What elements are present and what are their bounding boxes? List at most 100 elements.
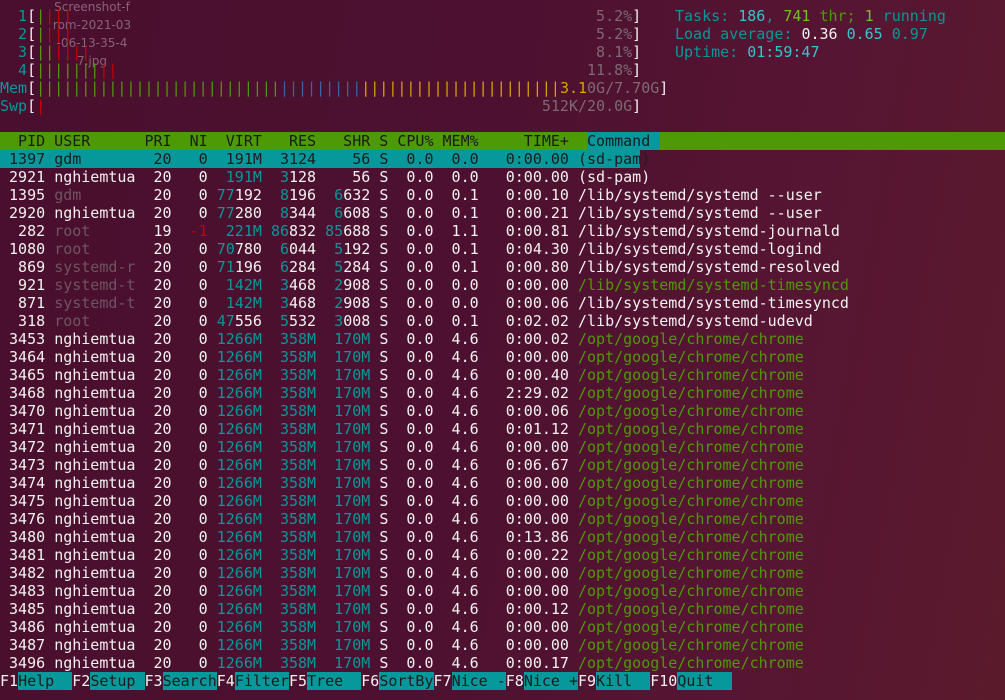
process-row[interactable]: 3481 nghiemtua 20 0 1266M 358M 170M S 0.… [0,546,1005,564]
fkey-nice-button[interactable]: F8Nice + [506,672,578,690]
cell-shr: 170M [325,600,370,618]
cell-cpu: 0.0 [397,366,434,384]
cell-pri: 20 [144,582,172,600]
column-header-shr[interactable]: SHR [316,132,370,150]
cell-user: nghiemtua [54,528,136,546]
fkey-nice-button[interactable]: F7Nice - [434,672,506,690]
cell-command: /opt/google/chrome/chrome [578,636,804,654]
column-header-pid[interactable]: PID [0,132,45,150]
cell-virt: 191M [217,150,262,168]
value-high-digits: 358M [279,654,317,672]
process-row[interactable]: 3471 nghiemtua 20 0 1266M 358M 170M S 0.… [0,420,1005,438]
process-row[interactable]: 3465 nghiemtua 20 0 1266M 358M 170M S 0.… [0,366,1005,384]
value-low-digits: 908 [343,294,371,312]
process-row[interactable]: 282 root 19 -1 221M 86832 85688 S 0.0 1.… [0,222,1005,240]
load-line: Load average: 0.36 0.65 0.97 [675,25,946,43]
process-row[interactable]: 3483 nghiemtua 20 0 1266M 358M 170M S 0.… [0,582,1005,600]
process-row[interactable]: 2921 nghiemtua 20 0 191M 3128 56 S 0.0 0… [0,168,1005,186]
process-row[interactable]: 3480 nghiemtua 20 0 1266M 358M 170M S 0.… [0,528,1005,546]
process-row[interactable]: 3468 nghiemtua 20 0 1266M 358M 170M S 0.… [0,384,1005,402]
fkey-filter-button[interactable]: F4Filter [217,672,289,690]
value-high-digits: 170M [334,402,371,420]
running-label: running [873,7,946,25]
cell-shr: 3008 [325,312,370,330]
fkey-search-button[interactable]: F3Search [145,672,217,690]
process-row[interactable]: 3485 nghiemtua 20 0 1266M 358M 170M S 0.… [0,600,1005,618]
process-row[interactable]: 3474 nghiemtua 20 0 1266M 358M 170M S 0.… [0,474,1005,492]
swap-meter-label: Swp [0,97,28,115]
value-high-digits: 1266M [216,456,262,474]
value-high-digits: 1266M [216,600,262,618]
fkey-help-button[interactable]: F1Help [0,672,73,690]
cell-mem: 4.6 [442,582,479,600]
cell-pid: 2920 [0,204,46,222]
process-row[interactable]: 1080 root 20 0 70780 6044 5192 S 0.0 0.1… [0,240,1005,258]
cell-mem: 4.6 [442,474,479,492]
process-list[interactable]: 1397 gdm 20 0 191M 3124 56 S 0.0 0.0 0:0… [0,150,1005,672]
column-header-pri[interactable]: PRI [135,132,171,150]
cell-pid: 282 [0,222,46,240]
process-row[interactable]: 871 systemd-t 20 0 142M 3468 2908 S 0.0 … [0,294,1005,312]
cell-time: 0:00.81 [487,222,569,240]
fkey-setup-button[interactable]: F2Setup [72,672,145,690]
column-header-time[interactable]: TIME+ [479,132,569,150]
bracket: [ [27,7,37,25]
process-row[interactable]: 3470 nghiemtua 20 0 1266M 358M 170M S 0.… [0,402,1005,420]
cell-pid: 3472 [0,438,46,456]
cell-shr: 170M [325,546,370,564]
cell-pri: 20 [144,438,172,456]
process-row[interactable]: 3472 nghiemtua 20 0 1266M 358M 170M S 0.… [0,438,1005,456]
process-row[interactable]: 3464 nghiemtua 20 0 1266M 358M 170M S 0.… [0,348,1005,366]
process-row[interactable]: 3487 nghiemtua 20 0 1266M 358M 170M S 0.… [0,636,1005,654]
cell-command: /lib/systemd/systemd-logind [578,240,822,258]
fkey-number: F10 [650,672,678,690]
cell-res: 358M [271,636,316,654]
cell-time: 0:00.06 [487,294,569,312]
cell-virt: 191M [217,168,262,186]
cell-pri: 20 [144,600,172,618]
cell-time: 0:00.22 [487,546,569,564]
column-header-mem[interactable]: MEM% [434,132,479,150]
column-header-cpu[interactable]: CPU% [388,132,433,150]
process-row[interactable]: 869 systemd-r 20 0 71196 6284 5284 S 0.0… [0,258,1005,276]
cell-pid: 3473 [0,456,46,474]
process-row[interactable]: 1395 gdm 20 0 77192 8196 6632 S 0.0 0.1 … [0,186,1005,204]
fkey-sortby-button[interactable]: F6SortBy [361,672,434,690]
cell-pid: 3485 [0,600,46,618]
cell-mem: 4.6 [442,348,479,366]
cell-user: nghiemtua [54,618,136,636]
process-row[interactable]: 2920 nghiemtua 20 0 77280 8344 6608 S 0.… [0,204,1005,222]
value-high-digits: 5 [334,240,344,258]
process-row-selected[interactable]: 1397 gdm 20 0 191M 3124 56 S 0.0 0.0 0:0… [0,150,650,168]
process-row[interactable]: 3475 nghiemtua 20 0 1266M 358M 170M S 0.… [0,492,1005,510]
fkey-quit-button[interactable]: F10Quit [650,672,732,690]
fkey-tree-button[interactable]: F5Tree [289,672,362,690]
value-high-digits: 1266M [216,582,262,600]
process-row[interactable]: 3496 nghiemtua 20 0 1266M 358M 170M S 0.… [0,654,1005,672]
cell-cpu: 0.0 [397,168,434,186]
process-row[interactable]: 3473 nghiemtua 20 0 1266M 358M 170M S 0.… [0,456,1005,474]
fkey-kill-button[interactable]: F9Kill [578,672,651,690]
process-row[interactable]: 318 root 20 0 47556 5532 3008 S 0.0 0.1 … [0,312,1005,330]
process-row[interactable]: 3482 nghiemtua 20 0 1266M 358M 170M S 0.… [0,564,1005,582]
cell-mem: 4.6 [442,420,479,438]
cell-pri: 20 [144,618,172,636]
column-header-command[interactable]: Command [587,132,661,150]
cell-state: S [379,348,389,366]
column-header-user[interactable]: USER [45,132,135,150]
column-header-s[interactable]: S [370,132,388,150]
cell-command: /lib/systemd/systemd --user [578,204,822,222]
column-header-virt[interactable]: VIRT [208,132,262,150]
column-header[interactable]: PID USER PRI NI VIRT RES SHR S CPU% MEM%… [0,132,1005,150]
column-header-res[interactable]: RES [262,132,316,150]
cell-time: 0:00.10 [487,186,569,204]
column-header-ni[interactable]: NI [172,132,208,150]
process-row[interactable]: 3476 nghiemtua 20 0 1266M 358M 170M S 0.… [0,510,1005,528]
process-row[interactable]: 921 systemd-t 20 0 142M 3468 2908 S 0.0 … [0,276,1005,294]
value-high-digits: 170M [334,654,371,672]
process-row[interactable]: 3453 nghiemtua 20 0 1266M 358M 170M S 0.… [0,330,1005,348]
cell-time: 0:00.80 [487,258,569,276]
cell-ni: 0 [180,654,208,672]
process-row[interactable]: 3486 nghiemtua 20 0 1266M 358M 170M S 0.… [0,618,1005,636]
value-high-digits: 71 [216,258,235,276]
